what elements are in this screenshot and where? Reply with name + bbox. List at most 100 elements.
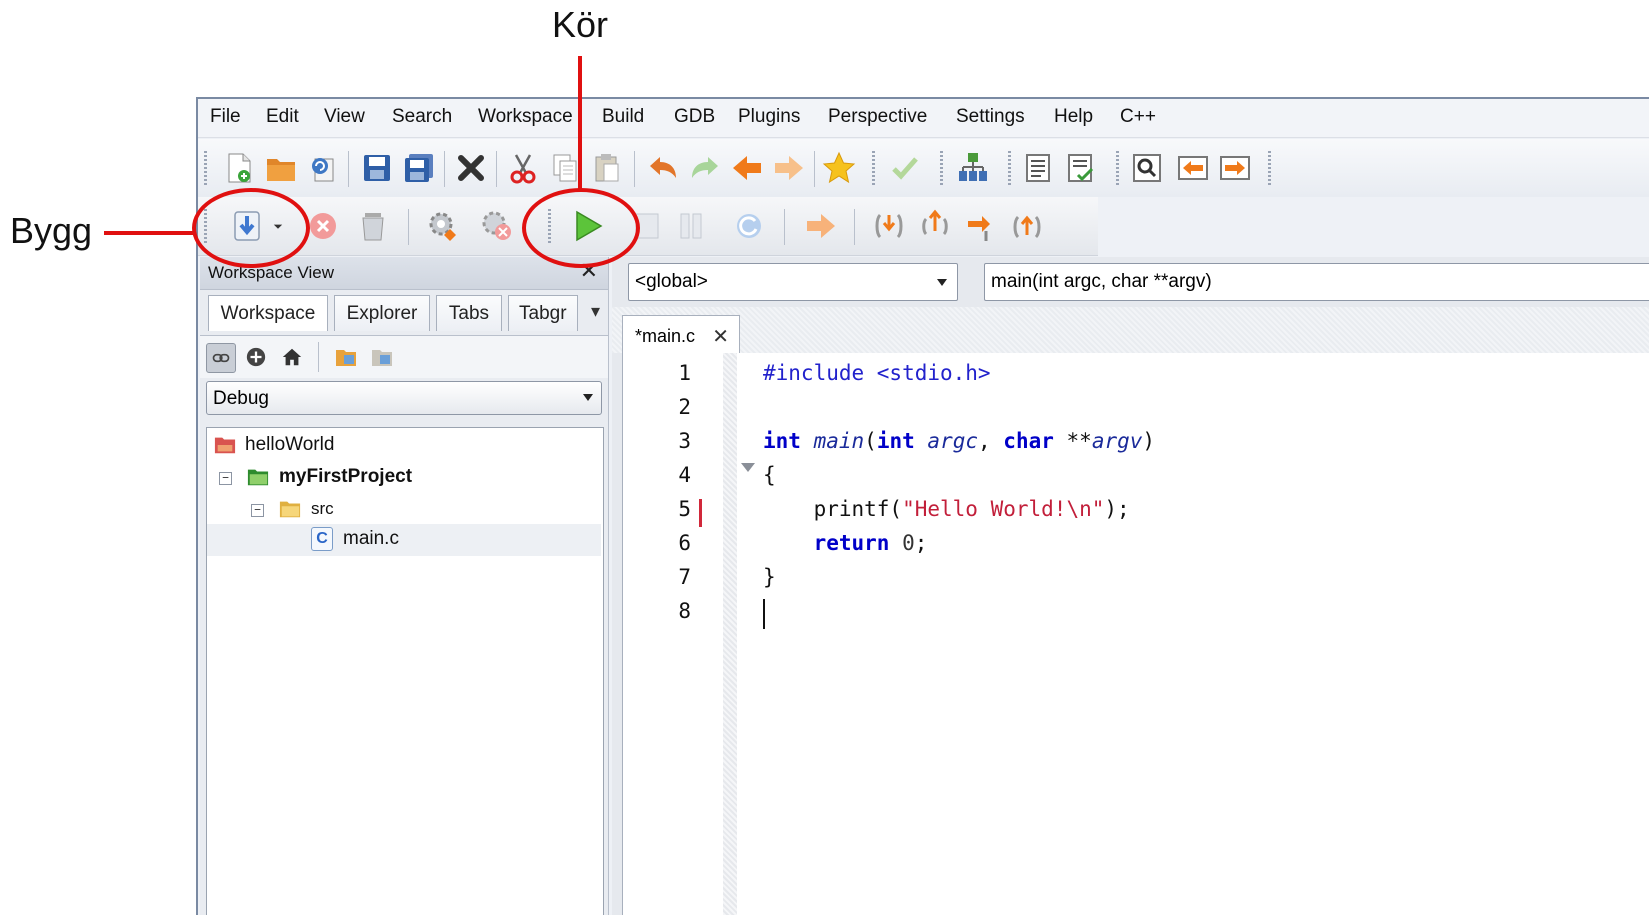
- function-combo-value: main(int argc, char **argv): [991, 271, 1212, 292]
- chevron-down-icon: [937, 279, 947, 286]
- reload-icon[interactable]: [304, 148, 342, 188]
- scope-combo[interactable]: <global>: [628, 263, 958, 301]
- text-caret: [763, 599, 765, 629]
- workspace-folder-icon[interactable]: [332, 343, 360, 371]
- tree-item-project[interactable]: myFirstProject: [245, 462, 412, 492]
- keyword-token: int: [763, 429, 801, 453]
- number-token: 0: [889, 531, 915, 555]
- menu-plugins[interactable]: Plugins: [738, 106, 800, 128]
- toolbar-separator: [318, 342, 319, 372]
- cut-icon[interactable]: [504, 148, 542, 188]
- collapse-icon[interactable]: −: [251, 504, 264, 517]
- close-icon[interactable]: [452, 148, 490, 188]
- menu-perspective[interactable]: Perspective: [828, 106, 927, 128]
- tree-item-file[interactable]: C main.c: [311, 524, 399, 554]
- prev-match-icon[interactable]: [1174, 148, 1212, 188]
- menu-file[interactable]: File: [210, 106, 241, 128]
- tab-tabgroups[interactable]: Tabgr: [508, 295, 578, 331]
- menu-cpp[interactable]: C++: [1120, 106, 1156, 128]
- tab-close-icon[interactable]: ✕: [712, 324, 729, 349]
- c-file-icon: C: [311, 527, 333, 551]
- toolbar-grip[interactable]: [204, 151, 207, 185]
- forward-icon[interactable]: [770, 148, 808, 188]
- run-annotation-label: Kör: [552, 4, 609, 45]
- param-token: argv: [1091, 429, 1143, 453]
- editor-tab-main-c[interactable]: *main.c ✕: [622, 315, 740, 355]
- show-cursor-icon[interactable]: [1008, 206, 1046, 246]
- toolbar-separator: [814, 151, 815, 187]
- tree-item-workspace[interactable]: helloWorld: [213, 430, 334, 460]
- code-editor[interactable]: 1 2 3 4 5 6 7 8 #include <stdio.h> int m…: [622, 353, 1649, 915]
- menu-settings[interactable]: Settings: [956, 106, 1025, 128]
- pause-icon[interactable]: [672, 206, 710, 246]
- menu-workspace[interactable]: Workspace: [478, 106, 573, 128]
- tree-item-folder[interactable]: src: [277, 494, 334, 524]
- project-folder-icon[interactable]: [368, 343, 396, 371]
- bookmark-star-icon[interactable]: [820, 148, 858, 188]
- more-tabs-icon[interactable]: ▾: [591, 301, 600, 322]
- tab-workspace[interactable]: Workspace: [208, 295, 328, 331]
- toolbar-separator: [854, 209, 855, 245]
- line-number: 1: [678, 361, 691, 385]
- folder-name: src: [311, 499, 334, 518]
- menu-view[interactable]: View: [324, 106, 365, 128]
- home-icon[interactable]: [278, 343, 306, 371]
- line-number: 6: [678, 531, 691, 555]
- outline-icon[interactable]: [1020, 148, 1058, 188]
- toolbar-grip[interactable]: [940, 151, 943, 185]
- toolbar-separator: [348, 151, 349, 187]
- call-token: printf(: [763, 497, 903, 521]
- save-all-icon[interactable]: [400, 148, 438, 188]
- clean-icon[interactable]: [354, 206, 392, 246]
- build-configuration-value: Debug: [213, 388, 269, 409]
- code-line-1: #include <stdio.h>: [763, 361, 991, 391]
- continue-icon[interactable]: [802, 206, 840, 246]
- main-toolbar: [198, 139, 1649, 197]
- tab-tabs[interactable]: Tabs: [436, 295, 502, 331]
- check-icon[interactable]: [886, 148, 924, 188]
- line-number: 5: [678, 497, 691, 521]
- stop-gear-icon[interactable]: [478, 206, 516, 246]
- menu-build[interactable]: Build: [602, 106, 644, 128]
- build-configuration-select[interactable]: Debug: [206, 381, 602, 415]
- menu-search[interactable]: Search: [392, 106, 452, 128]
- undo-icon[interactable]: [644, 148, 682, 188]
- code-line-7: }: [763, 565, 776, 589]
- project-icon: [247, 469, 269, 486]
- next-match-icon[interactable]: [1216, 148, 1254, 188]
- step-out-icon[interactable]: [916, 206, 954, 246]
- settings-gear-icon[interactable]: [424, 206, 462, 246]
- save-icon[interactable]: [358, 148, 396, 188]
- menu-help[interactable]: Help: [1054, 106, 1093, 128]
- find-icon[interactable]: [1128, 148, 1166, 188]
- tasks-icon[interactable]: [1062, 148, 1100, 188]
- workspace-tools: [200, 335, 608, 378]
- step-in-icon[interactable]: [870, 206, 908, 246]
- step-over-icon[interactable]: [962, 206, 1000, 246]
- toolbar-grip[interactable]: [1008, 151, 1011, 185]
- workspace-tree: helloWorld − myFirstProject − src C main…: [206, 427, 604, 915]
- paste-icon[interactable]: [588, 148, 626, 188]
- new-file-icon[interactable]: [220, 148, 258, 188]
- collapse-icon[interactable]: −: [219, 472, 232, 485]
- code-line-4: {: [763, 463, 776, 487]
- fold-margin: [723, 353, 737, 915]
- keyword-token: int: [876, 429, 915, 453]
- add-circle-icon[interactable]: [242, 343, 270, 371]
- link-editor-icon[interactable]: [206, 343, 236, 373]
- back-icon[interactable]: [728, 148, 766, 188]
- toolbar-grip[interactable]: [1116, 151, 1119, 185]
- run-annotation-ring: [522, 188, 640, 268]
- restart-icon[interactable]: [730, 206, 768, 246]
- function-combo[interactable]: main(int argc, char **argv): [984, 263, 1649, 301]
- build-toolbar: [198, 197, 1098, 256]
- toolbar-grip[interactable]: [1268, 151, 1271, 185]
- toolbar-grip[interactable]: [872, 151, 875, 185]
- redo-icon[interactable]: [686, 148, 724, 188]
- open-folder-icon[interactable]: [262, 148, 300, 188]
- class-diagram-icon[interactable]: [954, 148, 992, 188]
- menu-edit[interactable]: Edit: [266, 106, 299, 128]
- menu-gdb[interactable]: GDB: [674, 106, 715, 128]
- tab-explorer[interactable]: Explorer: [334, 295, 430, 331]
- fold-toggle-icon[interactable]: [741, 463, 755, 472]
